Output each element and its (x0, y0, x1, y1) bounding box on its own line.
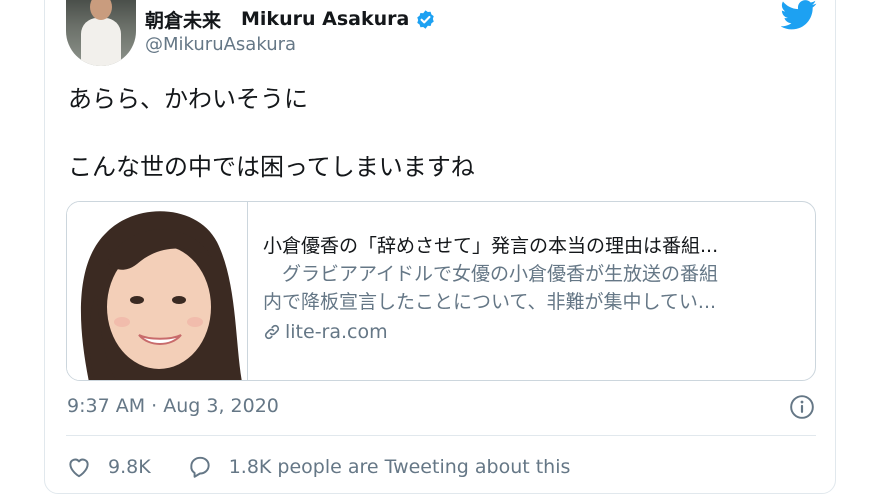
link-thumbnail[interactable] (67, 202, 248, 380)
author-display-name-jp[interactable]: 朝倉未来 (145, 6, 221, 33)
twitter-bird-icon[interactable] (781, 0, 817, 30)
link-title[interactable]: 小倉優香の「辞めさせて」発言の本当の理由は番組... (263, 232, 803, 260)
divider (66, 435, 816, 436)
author-name-row[interactable]: 朝倉未来 Mikuru Asakura (145, 4, 436, 34)
avatar-body (81, 18, 121, 66)
tweet-text: あらら、かわいそうに こんな世の中では困ってしまいますね (68, 82, 475, 184)
page: 朝倉未来 Mikuru Asakura @MikuruAsakura あらら、か… (0, 0, 888, 500)
author-display-name-en[interactable]: Mikuru Asakura (241, 8, 409, 30)
tweeting-about-text: 1.8K people are Tweeting about this (228, 456, 571, 478)
tweet-actions: 9.8K 1.8K people are Tweeting about this (66, 452, 570, 482)
link-icon (264, 324, 280, 340)
like-count: 9.8K (108, 456, 151, 478)
link-description-line-2: 内で降板宣言したことについて、非難が集中してい... (263, 291, 717, 313)
heart-icon (69, 458, 89, 478)
link-preview-card[interactable]: 小倉優香の「辞めさせて」発言の本当の理由は番組... グラビアアイドルで女優の小… (66, 201, 816, 381)
speech-bubble-icon (190, 456, 210, 478)
tweeting-about-button[interactable]: 1.8K people are Tweeting about this (187, 454, 571, 480)
like-button[interactable]: 9.8K (66, 454, 151, 480)
tweet-timestamp[interactable]: 9:37 AM · Aug 3, 2020 (67, 395, 279, 417)
verified-badge-icon (417, 9, 435, 29)
info-icon[interactable] (789, 394, 815, 420)
tweet-text-line-2: こんな世の中では困ってしまいますね (68, 153, 475, 181)
tweet-text-line-1: あらら、かわいそうに (68, 85, 308, 113)
link-domain[interactable]: lite-ra.com (263, 318, 803, 346)
link-preview-body[interactable]: 小倉優香の「辞めさせて」発言の本当の理由は番組... グラビアアイドルで女優の小… (263, 232, 803, 346)
link-domain-text[interactable]: lite-ra.com (285, 318, 388, 346)
avatar-head (90, 0, 112, 20)
link-description-line-1: グラビアアイドルで女優の小倉優香が生放送の番組 (263, 263, 719, 285)
author-handle[interactable]: @MikuruAsakura (145, 34, 296, 55)
